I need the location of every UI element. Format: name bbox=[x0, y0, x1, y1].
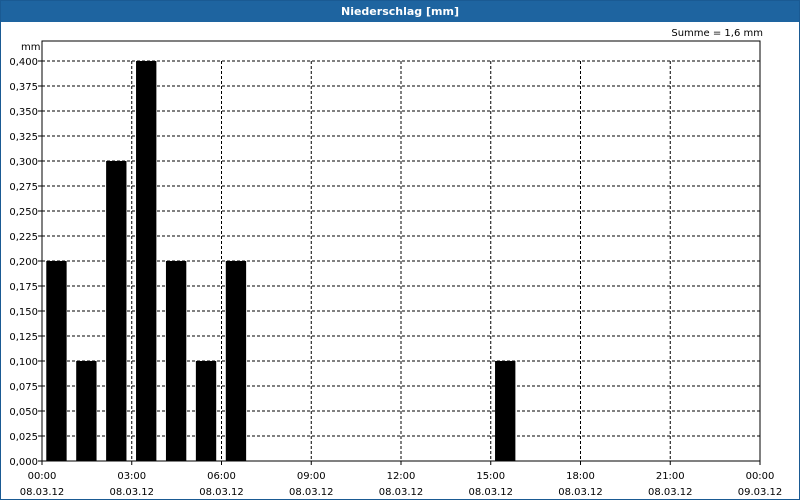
x-tick-time: 09:00 bbox=[297, 471, 326, 482]
bar bbox=[195, 361, 217, 461]
y-tick-label: 0,400 bbox=[9, 57, 38, 68]
x-tick-time: 00:00 bbox=[746, 471, 775, 482]
x-tick-date: 08.03.12 bbox=[648, 487, 693, 498]
y-tick-label: 0,275 bbox=[9, 182, 38, 193]
x-tick-date: 08.03.12 bbox=[558, 487, 603, 498]
bar bbox=[76, 361, 97, 461]
y-tick-label: 0,175 bbox=[9, 282, 38, 293]
x-tick-date: 08.03.12 bbox=[289, 487, 334, 498]
y-tick-label: 0,050 bbox=[9, 407, 38, 418]
x-tick-date: 08.03.12 bbox=[20, 487, 65, 498]
y-tick-label: 0,375 bbox=[9, 82, 38, 93]
y-tick-label: 0,200 bbox=[9, 257, 38, 268]
y-tick-label: 0,325 bbox=[9, 132, 38, 143]
x-tick-time: 12:00 bbox=[387, 471, 416, 482]
x-tick-date: 09.03.12 bbox=[738, 487, 783, 498]
x-tick-date: 08.03.12 bbox=[379, 487, 424, 498]
x-tick-time: 15:00 bbox=[476, 471, 505, 482]
y-tick-label: 0,350 bbox=[9, 107, 38, 118]
bar bbox=[225, 261, 247, 461]
x-tick-date: 08.03.12 bbox=[199, 487, 244, 498]
x-tick-time: 18:00 bbox=[566, 471, 595, 482]
y-tick-label: 0,150 bbox=[9, 307, 38, 318]
y-tick-label: 0,125 bbox=[9, 332, 38, 343]
bar bbox=[136, 61, 157, 461]
x-tick-time: 21:00 bbox=[656, 471, 685, 482]
x-tick-time: 03:00 bbox=[117, 471, 146, 482]
precipitation-chart: 0,000 0,025 0,050 0,075 0,100 0,125 0,150 0,175… bbox=[9, 40, 783, 498]
x-tick-time: 06:00 bbox=[207, 471, 236, 482]
y-tick-label: 0,250 bbox=[9, 207, 38, 218]
x-tick-time: 00:00 bbox=[28, 471, 57, 482]
y-tick-label: 0,100 bbox=[9, 357, 38, 368]
y-tick-label: 0,000 bbox=[9, 457, 38, 468]
bar bbox=[106, 161, 127, 461]
y-tick-label: 0,025 bbox=[9, 432, 38, 443]
y-tick-label: 0,225 bbox=[9, 232, 38, 243]
y-tick-label: 0,300 bbox=[9, 157, 38, 168]
x-tick-date: 08.03.12 bbox=[468, 487, 513, 498]
bar bbox=[495, 361, 516, 461]
bar bbox=[46, 261, 67, 461]
bar bbox=[165, 261, 187, 461]
y-tick-label: 0,075 bbox=[9, 382, 38, 393]
x-tick-date: 08.03.12 bbox=[109, 487, 154, 498]
